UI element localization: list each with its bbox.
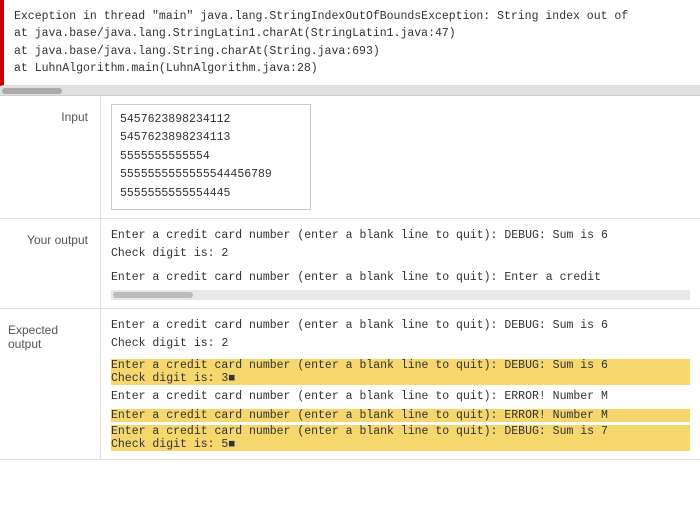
input-line-3: 5555555555554 [120,148,302,166]
error-line-4: at LuhnAlgorithm.main(LuhnAlgorithm.java… [14,60,690,77]
exp-highlight2-line-1: Enter a credit card number (enter a blan… [111,409,690,422]
error-line-2: at java.base/java.lang.StringLatin1.char… [14,25,690,42]
input-content: 5457623898234112 5457623898234113 555555… [100,96,700,218]
input-line-2: 5457623898234113 [120,129,302,147]
expected-output-content: Enter a credit card number (enter a blan… [100,309,700,458]
main-content: Input 5457623898234112 5457623898234113 … [0,96,700,460]
error-hscrollbar[interactable] [0,86,700,96]
input-row: Input 5457623898234112 5457623898234113 … [0,96,700,219]
your-output-row: Your output Enter a credit card number (… [0,219,700,309]
your-output-label: Your output [0,219,100,308]
your-output-line-1: Enter a credit card number (enter a blan… [111,227,690,245]
input-line-5: 5555555555554445 [120,185,302,203]
expected-output-label: Expected output [0,309,100,458]
expected-output-row: Expected output Enter a credit card numb… [0,309,700,459]
your-output-content: Enter a credit card number (enter a blan… [100,219,700,308]
error-line-1: Exception in thread "main" java.lang.Str… [14,8,690,25]
input-line-4: 5555555555555544456789 [120,166,302,184]
exp-highlight3-line-1: Enter a credit card number (enter a blan… [111,425,690,438]
exp-line-2: Check digit is: 2 [111,335,690,353]
exp-highlight-line-1: Enter a credit card number (enter a blan… [111,359,690,372]
input-label: Input [0,96,100,218]
your-output-block-1: Enter a credit card number (enter a blan… [111,227,690,263]
your-output-block-2: Enter a credit card number (enter a blan… [111,269,690,287]
your-output-line-2: Check digit is: 2 [111,245,690,263]
your-output-hscrollbar[interactable] [111,290,690,300]
error-line-3: at java.base/java.lang.String.charAt(Str… [14,43,690,60]
exp-line-1: Enter a credit card number (enter a blan… [111,317,690,335]
exp-highlight-line-2: Check digit is: 3■ [111,372,690,385]
error-hscroll-thumb[interactable] [2,88,62,94]
input-line-1: 5457623898234112 [120,111,302,129]
exp-line-5: Enter a credit card number (enter a blan… [111,388,690,406]
your-output-line-3: Enter a credit card number (enter a blan… [111,269,690,287]
input-box: 5457623898234112 5457623898234113 555555… [111,104,311,210]
error-section: Exception in thread "main" java.lang.Str… [0,0,700,86]
exp-highlight3-line-2: Check digit is: 5■ [111,438,690,451]
your-output-hscroll-thumb[interactable] [113,292,193,298]
